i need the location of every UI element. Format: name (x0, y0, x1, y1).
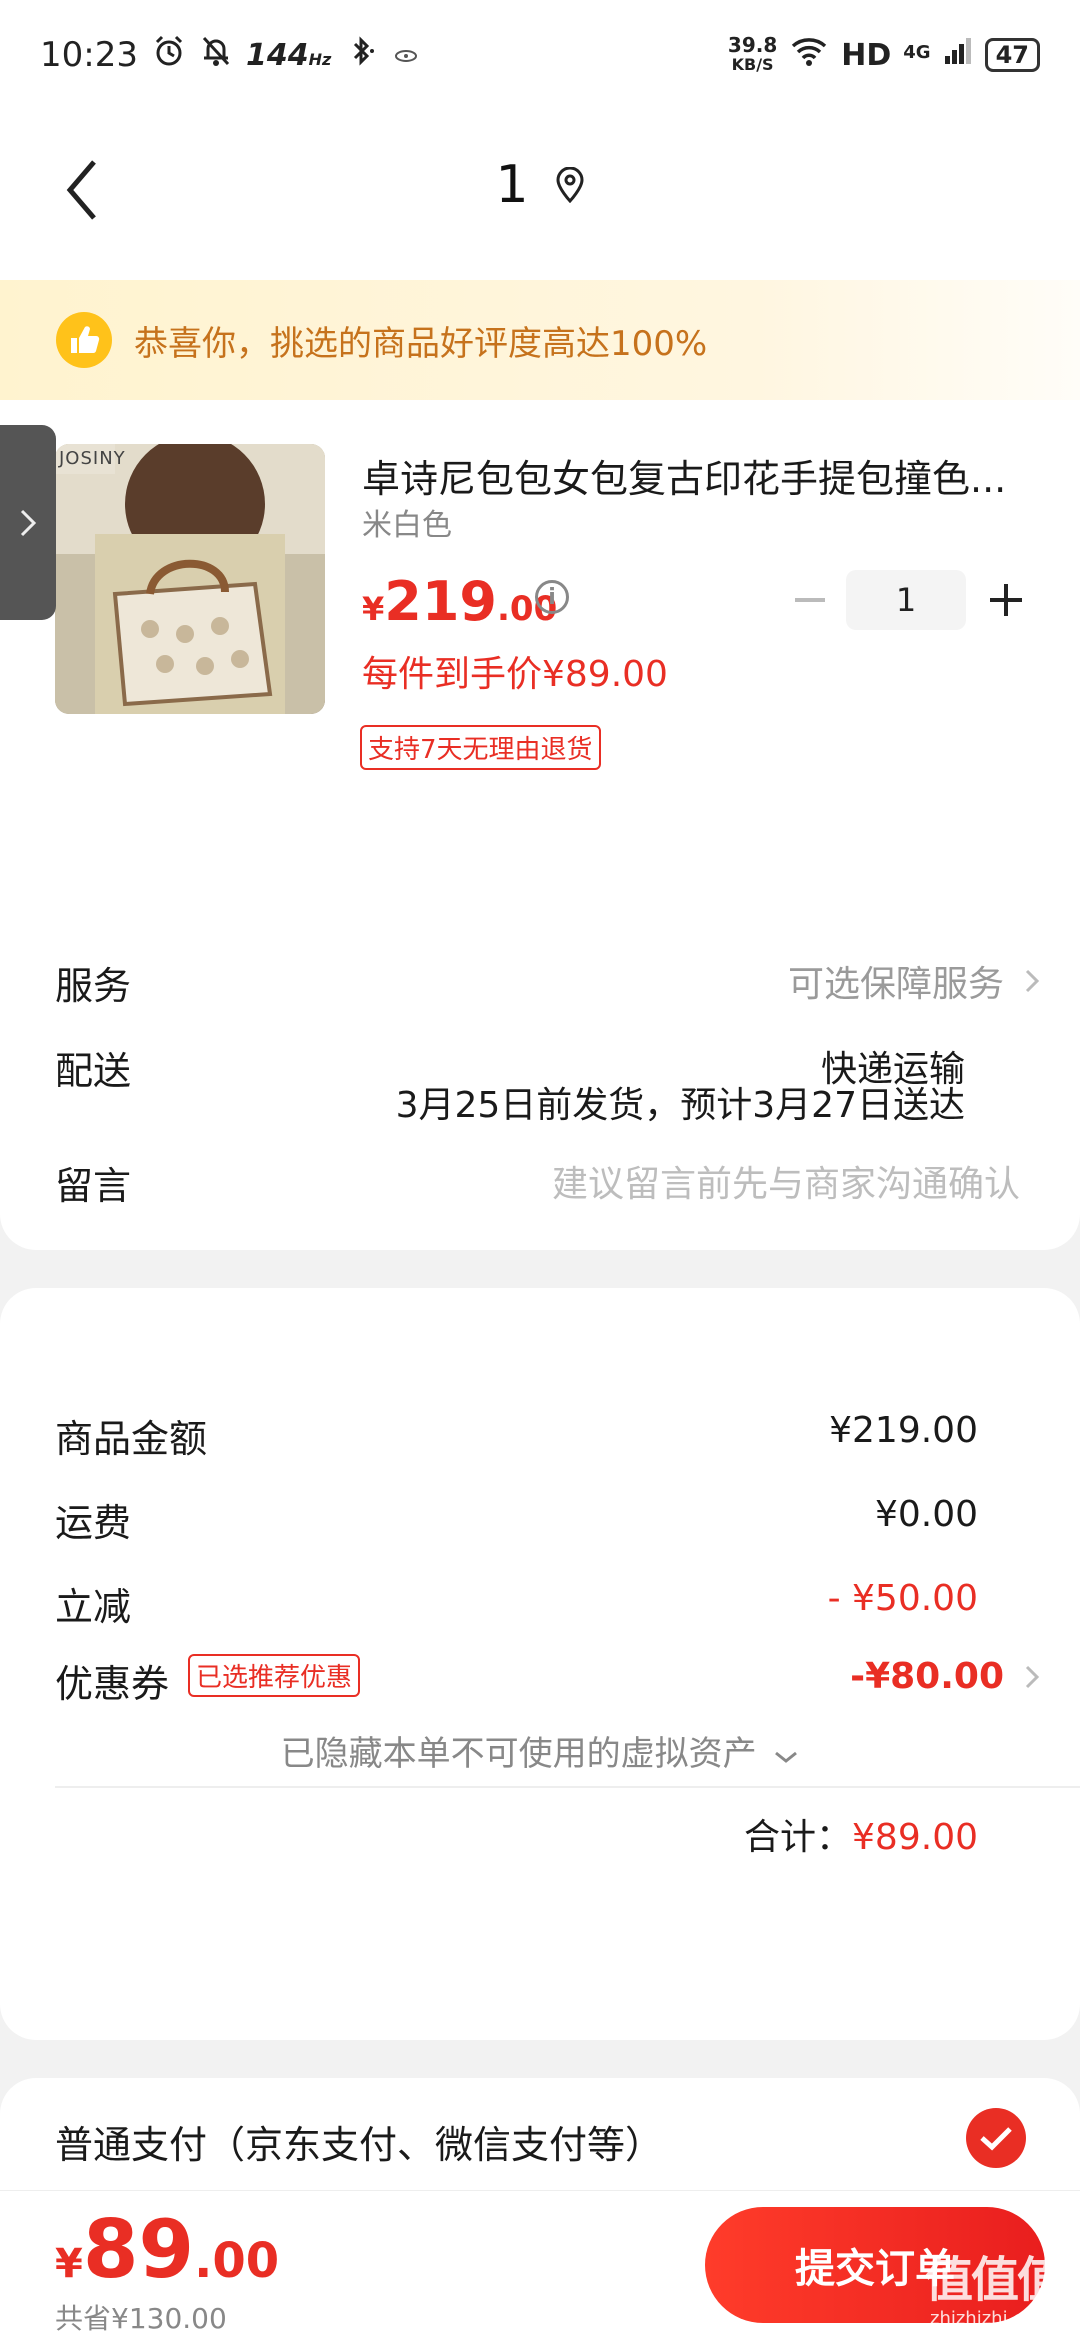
service-value: 可选保障服务 (787, 964, 1004, 1005)
discount-label: 立减 (55, 1585, 132, 1629)
check-icon (980, 2127, 1012, 2151)
goods-amount-value: ¥219.00 (829, 1410, 978, 1451)
info-icon[interactable]: i (535, 580, 569, 614)
side-drawer-tab[interactable] (0, 425, 56, 620)
unit-price: 每件到手价¥89.00 (362, 654, 668, 695)
image-brand-text: JOSINY (59, 448, 126, 469)
chevron-down-icon (775, 1751, 798, 1763)
bottom-price-decimal: .00 (194, 2233, 280, 2289)
delivery-label: 配送 (55, 1049, 132, 1093)
saved-amount: 共省¥130.00 (55, 2302, 227, 2335)
product-price: ¥ 219 .00 (362, 570, 557, 633)
payment-method-label[interactable]: 普通支付（京东支付、微信支付等） (55, 2114, 663, 2169)
delivery-time: 3月25日前发货，预计3月27日送达 (395, 1085, 965, 1126)
bottom-total-price: ¥ 89 .00 (55, 2203, 279, 2296)
thumbs-up-icon (56, 312, 112, 368)
shipping-fee-label: 运费 (55, 1501, 132, 1545)
header: 1 (0, 110, 1080, 280)
coupon-value: -¥80.00 (850, 1656, 1004, 1697)
status-time: 10:23 (40, 35, 138, 75)
net-speed: 39.8 KB/S (727, 33, 778, 74)
signal-icon (943, 36, 973, 74)
hidden-assets-toggle[interactable]: 已隐藏本单不可使用的虚拟资产 (0, 1726, 1080, 1775)
divider (55, 1786, 1080, 1788)
total-value: ¥89.00 (852, 1817, 978, 1858)
checkout-bar: ¥ 89 .00 共省¥130.00 提交订单 (0, 2190, 1080, 2340)
refresh-rate: 144Hz (245, 37, 332, 73)
hd-label: HD (841, 37, 892, 73)
rating-banner: 恭喜你，挑选的商品好评度高达100% (0, 280, 1080, 400)
watermark-url: zhizhizhi.com (930, 2308, 1052, 2329)
bluetooth-icon (345, 34, 379, 76)
service-label: 服务 (55, 964, 132, 1008)
battery-indicator: 47 (984, 38, 1040, 72)
product-title[interactable]: 卓诗尼包包女包复古印花手提包撞色... (362, 448, 1042, 503)
coupon-tag: 已选推荐优惠 (188, 1654, 361, 1697)
watermark: 值值值 (925, 2252, 1065, 2308)
bottom-price-integer: 89 (82, 2203, 195, 2296)
bottom-price-currency: ¥ (55, 2241, 83, 2287)
chevron-right-icon (1025, 1665, 1040, 1688)
chevron-right-icon (1025, 969, 1040, 993)
payment-selected-check[interactable] (966, 2108, 1026, 2168)
price-summary-card: 商品金额 ¥219.00 运费 ¥0.00 立减 - ¥50.00 优惠券 已选… (0, 1288, 1080, 2040)
quantity-increase-button[interactable] (978, 570, 1034, 630)
price-currency: ¥ (362, 590, 385, 628)
coupon-label: 优惠券 (55, 1662, 170, 1706)
return-policy-tag: 支持7天无理由退货 (360, 725, 601, 770)
total-label: 合计： (744, 1817, 853, 1858)
quantity-decrease-button[interactable] (785, 570, 835, 630)
hidden-assets-text: 已隐藏本单不可使用的虚拟资产 (280, 1734, 757, 1774)
product-variant: 米白色 (362, 508, 452, 543)
minus-icon (795, 598, 825, 602)
shipping-fee-value: ¥0.00 (874, 1494, 978, 1535)
header-title: 1 (495, 155, 529, 215)
order-item-card: JOSINY 卓诗尼包包女包复古印花手提包撞色... 米白色 ¥ 219 .00… (0, 400, 1080, 1250)
product-image[interactable]: JOSINY (55, 444, 325, 714)
banner-text: 恭喜你，挑选的商品好评度高达100% (134, 323, 708, 364)
plus-icon (990, 584, 1022, 616)
mute-bell-icon (200, 34, 232, 76)
quantity-input[interactable]: 1 (846, 570, 966, 630)
discount-value: - ¥50.00 (827, 1578, 978, 1619)
goods-amount-label: 商品金额 (55, 1417, 208, 1461)
eye-icon (393, 36, 419, 74)
message-label: 留言 (55, 1164, 132, 1208)
location-pin-icon (556, 167, 584, 203)
status-bar: 10:23 144Hz 39.8 KB/S HD 4G 47 (0, 0, 1080, 110)
service-row[interactable]: 可选保障服务 (788, 955, 1040, 1007)
chevron-right-icon (20, 509, 37, 536)
message-input[interactable]: 建议留言前先与商家沟通确认 (552, 1155, 1020, 1207)
coupon-row[interactable]: -¥80.00 (850, 1656, 1040, 1697)
alarm-icon (152, 34, 186, 76)
address-title[interactable]: 1 (0, 155, 1080, 215)
network-type: 4G (903, 42, 931, 63)
total-row: 合计：¥89.00 (744, 1808, 978, 1860)
wifi-icon (789, 34, 829, 76)
price-integer: 219 (384, 570, 497, 633)
